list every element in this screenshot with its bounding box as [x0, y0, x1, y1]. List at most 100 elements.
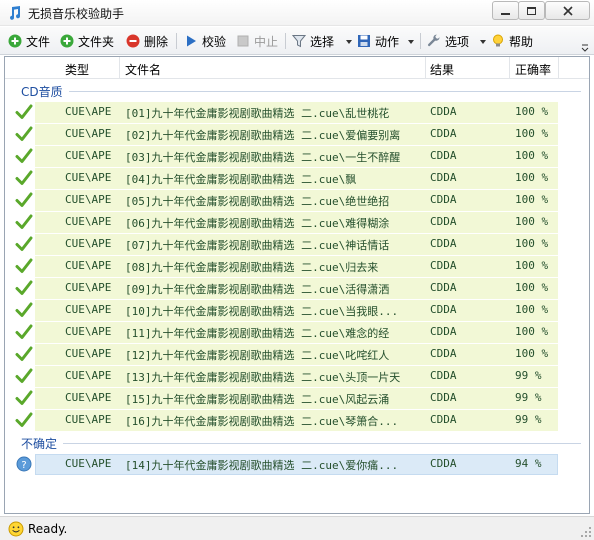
- cell-type: CUE\APE: [65, 127, 112, 140]
- window-title: 无损音乐校验助手: [28, 7, 125, 21]
- cell-type: CUE\APE: [65, 347, 112, 360]
- wrench-icon: [427, 34, 440, 47]
- add-folder-label: 文件夹: [78, 34, 115, 49]
- cell-filename: [16]九十年代金庸影视剧歌曲精选 二.cue\琴箫合...: [125, 415, 399, 428]
- table-row[interactable]: CUE\APE [13]九十年代金庸影视剧歌曲精选 二.cue\头顶一片天 CDDA…: [5, 365, 589, 387]
- checkmark-icon: [15, 302, 33, 317]
- cell-type: CUE\APE: [65, 105, 112, 118]
- cell-filename: [05]九十年代金庸影视剧歌曲精选 二.cue\绝世绝招: [125, 195, 390, 208]
- cell-type: CUE\APE: [65, 149, 112, 162]
- toolbar-overflow-icon[interactable]: [580, 42, 590, 54]
- cell-type: CUE\APE: [65, 369, 112, 382]
- column-divider: [509, 57, 510, 79]
- table-row[interactable]: CUE\APE [11]九十年代金庸影视剧歌曲精选 二.cue\难念的经 CDDA 1…: [5, 321, 589, 343]
- status-bar: Ready.: [0, 516, 594, 540]
- checkmark-icon: [15, 148, 33, 163]
- checkmark-icon: [15, 280, 33, 295]
- add-file-label: 文件: [26, 34, 51, 49]
- table-row[interactable]: CUE\APE [05]九十年代金庸影视剧歌曲精选 二.cue\绝世绝招 CDDA 1…: [5, 189, 589, 211]
- delete-label: 删除: [144, 34, 169, 49]
- stop-button[interactable]: 中止: [236, 31, 278, 51]
- table-row[interactable]: CUE\APE [03]九十年代金庸影视剧歌曲精选 二.cue\一生不醉醒 CDDA…: [5, 145, 589, 167]
- cell-filename: [07]九十年代金庸影视剧歌曲精选 二.cue\神话情话: [125, 239, 390, 252]
- cell-accuracy: 99 %: [515, 369, 542, 382]
- column-divider: [119, 57, 120, 79]
- table-row[interactable]: ? CUE\APE [14]九十年代金庸影视剧歌曲精选 二.cue\爱你痛... CD…: [5, 453, 589, 475]
- select-label: 选择: [310, 34, 335, 49]
- cell-result: CDDA: [430, 149, 457, 162]
- checkmark-icon: [15, 258, 33, 273]
- cell-type: CUE\APE: [65, 325, 112, 338]
- table-row[interactable]: CUE\APE [10]九十年代金庸影视剧歌曲精选 二.cue\当我眼... CDD…: [5, 299, 589, 321]
- add-icon: [60, 34, 74, 48]
- cell-accuracy: 99 %: [515, 391, 542, 404]
- file-list[interactable]: 类型 文件名 结果 正确率 CD音质 CUE\APE [01]九十年代金庸影视剧歌曲…: [4, 56, 590, 514]
- table-row[interactable]: CUE\APE [04]九十年代金庸影视剧歌曲精选 二.cue\飘 CDDA 100 …: [5, 167, 589, 189]
- toolbar-separator: [176, 33, 177, 49]
- resize-grip-icon[interactable]: [580, 526, 592, 538]
- table-row[interactable]: CUE\APE [01]九十年代金庸影视剧歌曲精选 二.cue\乱世桃花 CDDA 1…: [5, 101, 589, 123]
- table-row[interactable]: CUE\APE [16]九十年代金庸影视剧歌曲精选 二.cue\琴箫合... CDD…: [5, 409, 589, 431]
- close-button[interactable]: [545, 1, 590, 20]
- cell-accuracy: 100 %: [515, 105, 549, 118]
- music-note-icon: [10, 6, 21, 20]
- column-type[interactable]: 类型: [65, 61, 89, 78]
- save-icon: [358, 35, 370, 47]
- verify-button[interactable]: 校验: [184, 31, 226, 51]
- cell-result: CDDA: [430, 259, 457, 272]
- column-result[interactable]: 结果: [430, 61, 454, 78]
- column-accuracy[interactable]: 正确率: [515, 61, 551, 78]
- cell-result: CDDA: [430, 193, 457, 206]
- cell-filename: [01]九十年代金庸影视剧歌曲精选 二.cue\乱世桃花: [125, 107, 390, 120]
- checkmark-icon: [15, 192, 33, 207]
- options-label: 选项: [445, 34, 470, 49]
- cell-result: CDDA: [430, 347, 457, 360]
- cell-accuracy: 94 %: [515, 457, 542, 470]
- table-row[interactable]: CUE\APE [07]九十年代金庸影视剧歌曲精选 二.cue\神话情话 CDDA 1…: [5, 233, 589, 255]
- maximize-button[interactable]: [518, 1, 545, 20]
- delete-button[interactable]: 删除: [126, 31, 168, 51]
- cell-accuracy: 99 %: [515, 413, 542, 426]
- cell-filename: [12]九十年代金庸影视剧歌曲精选 二.cue\叱咤红人: [125, 349, 390, 362]
- filter-icon: [292, 35, 306, 48]
- table-row[interactable]: CUE\APE [15]九十年代金庸影视剧歌曲精选 二.cue\风起云涌 CDDA 9…: [5, 387, 589, 409]
- column-filename[interactable]: 文件名: [125, 61, 161, 78]
- cell-filename: [14]九十年代金庸影视剧歌曲精选 二.cue\爱你痛...: [125, 459, 399, 472]
- table-row[interactable]: CUE\APE [09]九十年代金庸影视剧歌曲精选 二.cue\活得潇洒 CDDA 1…: [5, 277, 589, 299]
- cell-type: CUE\APE: [65, 457, 112, 470]
- action-menu-button[interactable]: 动作: [357, 31, 399, 51]
- options-menu-button[interactable]: 选项: [427, 31, 469, 51]
- table-row[interactable]: CUE\APE [08]九十年代金庸影视剧歌曲精选 二.cue\归去来 CDDA 10…: [5, 255, 589, 277]
- cell-filename: [06]九十年代金庸影视剧歌曲精选 二.cue\难得糊涂: [125, 217, 390, 230]
- add-folder-button[interactable]: 文件夹: [60, 31, 114, 51]
- cell-type: CUE\APE: [65, 215, 112, 228]
- checkmark-icon: [15, 126, 33, 141]
- checkmark-icon: [15, 390, 33, 405]
- toolbar: 文件 文件夹 删除 校验 中止 选择 动作 选项 帮助: [0, 27, 594, 55]
- close-icon: [562, 5, 573, 16]
- cell-filename: [04]九十年代金庸影视剧歌曲精选 二.cue\飘: [125, 173, 357, 186]
- cell-filename: [13]九十年代金庸影视剧歌曲精选 二.cue\头顶一片天: [125, 371, 401, 384]
- checkmark-icon: [15, 346, 33, 361]
- cell-accuracy: 100 %: [515, 259, 549, 272]
- select-menu-button[interactable]: 选择: [292, 31, 334, 51]
- cell-type: CUE\APE: [65, 171, 112, 184]
- add-icon: [8, 34, 22, 48]
- cell-type: CUE\APE: [65, 281, 112, 294]
- table-row[interactable]: CUE\APE [12]九十年代金庸影视剧歌曲精选 二.cue\叱咤红人 CDDA 1…: [5, 343, 589, 365]
- chevron-down-icon: [480, 40, 486, 44]
- status-text: Ready.: [28, 522, 68, 536]
- column-divider: [425, 57, 426, 79]
- checkmark-icon: [15, 324, 33, 339]
- maximize-icon: [527, 6, 536, 15]
- cell-accuracy: 100 %: [515, 347, 549, 360]
- table-row[interactable]: CUE\APE [06]九十年代金庸影视剧歌曲精选 二.cue\难得糊涂 CDDA 1…: [5, 211, 589, 233]
- minimize-button[interactable]: [492, 1, 519, 20]
- action-label: 动作: [375, 34, 400, 49]
- column-divider: [558, 57, 559, 79]
- help-button[interactable]: 帮助: [491, 31, 533, 51]
- add-file-button[interactable]: 文件: [8, 31, 50, 51]
- group-title: 不确定: [21, 437, 58, 451]
- cell-result: CDDA: [430, 105, 457, 118]
- table-row[interactable]: CUE\APE [02]九十年代金庸影视剧歌曲精选 二.cue\爱偏要别离 CDDA…: [5, 123, 589, 145]
